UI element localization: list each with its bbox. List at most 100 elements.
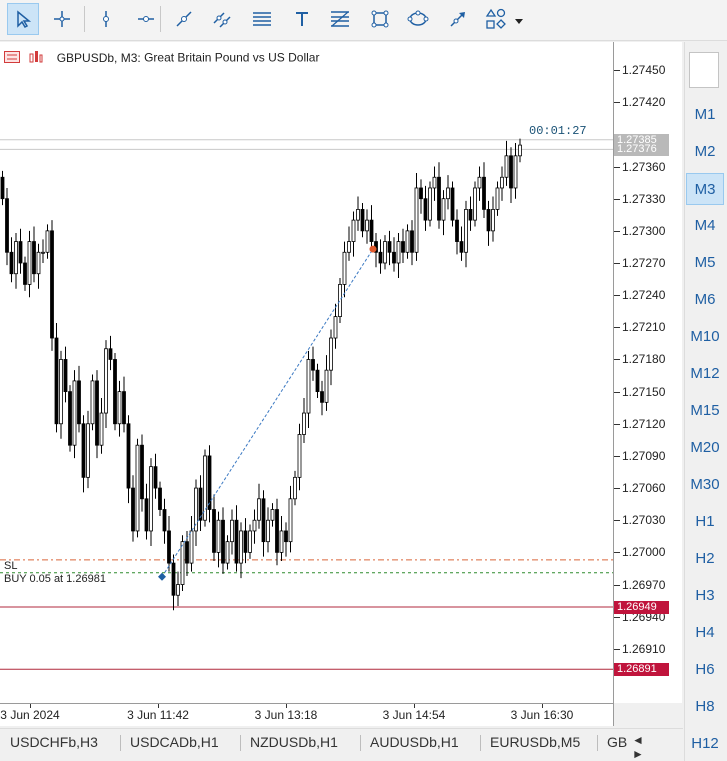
symbol-tab[interactable]: USDCHFb,H3	[10, 734, 98, 750]
fibonacci-retracement-tool-button[interactable]	[246, 3, 278, 35]
candle-body	[5, 198, 9, 253]
candle-body	[383, 241, 387, 264]
candle-body	[68, 391, 72, 446]
vertical-line-tool-button[interactable]	[90, 3, 122, 35]
candle-body	[396, 241, 401, 264]
candle-body	[486, 209, 491, 232]
symbol-tab[interactable]: NZDUSDb,H1	[250, 734, 338, 750]
price-tick	[614, 584, 620, 586]
candle-body	[104, 348, 108, 414]
candle-body	[428, 187, 432, 221]
candlestick-plot[interactable]	[0, 42, 613, 703]
tab-separator	[360, 735, 361, 751]
price-scale[interactable]: 1.27450 1.27420 1.27360 1.27330 1.27300 1.272…	[614, 42, 682, 703]
candle-body	[513, 155, 518, 189]
price-tick	[614, 327, 620, 329]
timeframe-h1[interactable]: H1	[686, 506, 724, 538]
timeframe-m4[interactable]: M4	[686, 210, 724, 242]
timeframe-m6[interactable]: M6	[686, 284, 724, 316]
candle-body	[306, 359, 311, 414]
candle-body	[423, 198, 428, 221]
price-label: 1.27180	[622, 352, 666, 367]
crosshair-tool-button[interactable]	[46, 3, 78, 35]
timeframe-m15[interactable]: M15	[686, 395, 724, 427]
bar-timer: 00:01:27	[529, 124, 587, 138]
sl-label: SL	[4, 560, 18, 572]
timeframe-h3[interactable]: H3	[686, 580, 724, 612]
timeframe-h8[interactable]: H8	[686, 691, 724, 723]
buy-entry-marker[interactable]	[158, 572, 166, 581]
cursor-arrow-icon	[13, 9, 33, 29]
arrow-line-tool-button[interactable]	[442, 3, 474, 35]
timeframe-m3[interactable]: M3	[686, 173, 724, 205]
ellipse-tool-button[interactable]	[402, 3, 434, 35]
candle-body	[324, 369, 329, 403]
timeframe-m20[interactable]: M20	[686, 432, 724, 464]
candle-body	[54, 337, 59, 425]
timeframe-m1[interactable]: M1	[686, 99, 724, 131]
cursor-arrow-tool-button[interactable]	[7, 3, 39, 35]
tab-separator	[240, 735, 241, 751]
tab-scroll-left-icon[interactable]: ◄	[632, 733, 644, 747]
candle-body	[153, 466, 158, 489]
candle-body	[315, 369, 320, 393]
price-tick	[614, 488, 620, 490]
vertical-line-icon	[96, 9, 116, 29]
price-chart[interactable]: GBPUSDb, M3: Great Britain Pound vs US D…	[0, 42, 614, 704]
shapes-tool-button[interactable]	[480, 3, 512, 35]
symbol-tab[interactable]: AUDUSDb,H1	[370, 734, 459, 750]
timeframe-m5[interactable]: M5	[686, 247, 724, 279]
timeframe-h4[interactable]: H4	[686, 617, 724, 649]
timeframe-m10[interactable]: M10	[686, 321, 724, 353]
text-tool-button[interactable]	[286, 3, 318, 35]
horizontal-line-tool-button[interactable]	[130, 3, 162, 35]
tab-scroll-right-icon[interactable]: ►	[632, 747, 644, 761]
exit-marker[interactable]	[369, 245, 377, 253]
candle-body	[333, 316, 338, 339]
candle-body	[203, 455, 207, 521]
candle-body	[261, 498, 266, 543]
price-tick	[614, 230, 620, 232]
fibonacci-fan-tool-button[interactable]	[324, 3, 356, 35]
candle-body	[495, 187, 500, 210]
candle-body	[446, 187, 450, 200]
time-label: 3 Jun 14:54	[382, 708, 446, 722]
rectangle-icon	[370, 9, 390, 29]
candle-body	[270, 509, 275, 521]
sl-price-badge: 1.26949	[614, 601, 669, 615]
candle-body	[185, 541, 189, 564]
drawing-toolbar	[0, 0, 727, 41]
timeframe-m30[interactable]: M30	[686, 469, 724, 501]
buy-order-label: BUY 0.05 at 1.26981	[4, 573, 106, 585]
timeframe-h2[interactable]: H2	[686, 543, 724, 575]
candle-body	[329, 337, 333, 371]
parallel-channel-tool-button[interactable]	[206, 3, 238, 35]
candle-body	[342, 251, 347, 285]
time-scale[interactable]: 3 Jun 2024 3 Jun 11:42 3 Jun 13:18 3 Jun 14…	[0, 704, 614, 726]
low-price-badge: 1.26891	[614, 663, 669, 677]
candle-body	[36, 251, 41, 275]
rectangle-tool-button[interactable]	[364, 3, 396, 35]
timeframe-m12[interactable]: M12	[686, 358, 724, 390]
trend-line-tool-button[interactable]	[168, 3, 200, 35]
candle-body	[207, 455, 212, 510]
price-tick	[614, 423, 620, 425]
symbol-tab[interactable]: GB	[607, 734, 627, 750]
timeframe-m2[interactable]: M2	[686, 136, 724, 168]
price-tick	[614, 102, 620, 104]
price-label: 1.27090	[622, 448, 666, 463]
dropdown-triangle-icon[interactable]	[514, 14, 524, 28]
symbol-tab[interactable]: EURUSDb,M5	[490, 734, 580, 750]
candle-body	[225, 541, 230, 564]
candle-body	[50, 230, 54, 339]
candle-body	[131, 487, 135, 532]
symbol-tab[interactable]: USDCADb,H1	[130, 734, 219, 750]
timeframe-h6[interactable]: H6	[686, 654, 724, 686]
candle-body	[347, 241, 351, 253]
candle-body	[518, 144, 522, 157]
panel-scroll-handle[interactable]	[689, 52, 719, 88]
candle-body	[63, 359, 68, 393]
candle-body	[401, 241, 405, 253]
candle-body	[338, 284, 342, 317]
timeframe-h12[interactable]: H12	[686, 728, 724, 760]
